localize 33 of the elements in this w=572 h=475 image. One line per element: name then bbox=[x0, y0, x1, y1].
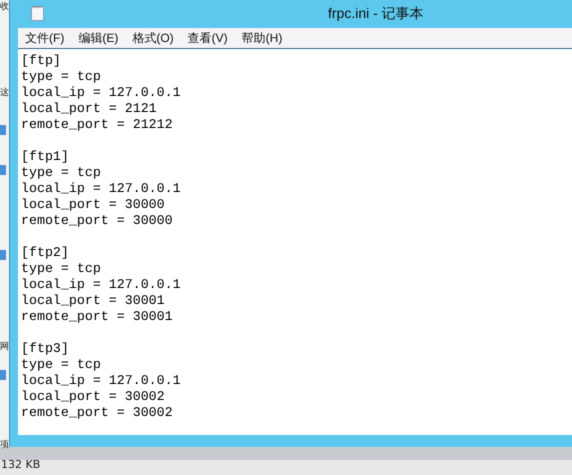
text-line: local_port = 30002 bbox=[21, 389, 166, 405]
background-text: 收 bbox=[0, 2, 9, 12]
background-text: 网 bbox=[0, 342, 9, 352]
text-line: type = tcp bbox=[21, 165, 102, 181]
menu-item[interactable]: 查看(V) bbox=[188, 30, 228, 46]
text-line: type = tcp bbox=[21, 261, 102, 277]
text-line: remote_port = 21212 bbox=[21, 117, 174, 133]
text-line: [ftp3] bbox=[21, 341, 70, 357]
text-line: local_port = 30000 bbox=[21, 197, 166, 213]
menu-item[interactable]: 格式(O) bbox=[132, 30, 174, 46]
text-editor[interactable] bbox=[18, 49, 572, 435]
text-line: remote_port = 30000 bbox=[21, 213, 174, 229]
text-line: local_ip = 127.0.0.1 bbox=[21, 373, 182, 389]
menu-item[interactable]: 帮助(H) bbox=[242, 30, 282, 46]
window-title: frpc.ini - 记事本 bbox=[328, 5, 424, 23]
text-line: type = tcp bbox=[21, 69, 102, 85]
background-text: 项 bbox=[0, 440, 9, 450]
text-line: type = tcp bbox=[21, 357, 102, 373]
text-line: local_ip = 127.0.0.1 bbox=[21, 85, 182, 101]
text-line: [ftp2] bbox=[21, 245, 70, 261]
text-line: local_port = 30001 bbox=[21, 293, 166, 309]
text-line: local_ip = 127.0.0.1 bbox=[21, 277, 182, 293]
background-text: 132 KB bbox=[1, 458, 40, 471]
text-line: remote_port = 30002 bbox=[21, 405, 174, 421]
text-line: [ftp] bbox=[21, 53, 62, 69]
text-line: local_port = 2121 bbox=[21, 101, 158, 117]
text-line: remote_port = 30001 bbox=[21, 309, 174, 325]
text-line: local_ip = 127.0.0.1 bbox=[21, 181, 182, 197]
menu-item[interactable]: 编辑(E) bbox=[78, 30, 118, 46]
menu-item[interactable]: 文件(F) bbox=[25, 30, 64, 46]
background-text: 这 bbox=[0, 88, 9, 98]
text-line: [ftp1] bbox=[21, 149, 70, 165]
notepad-icon bbox=[31, 5, 44, 21]
